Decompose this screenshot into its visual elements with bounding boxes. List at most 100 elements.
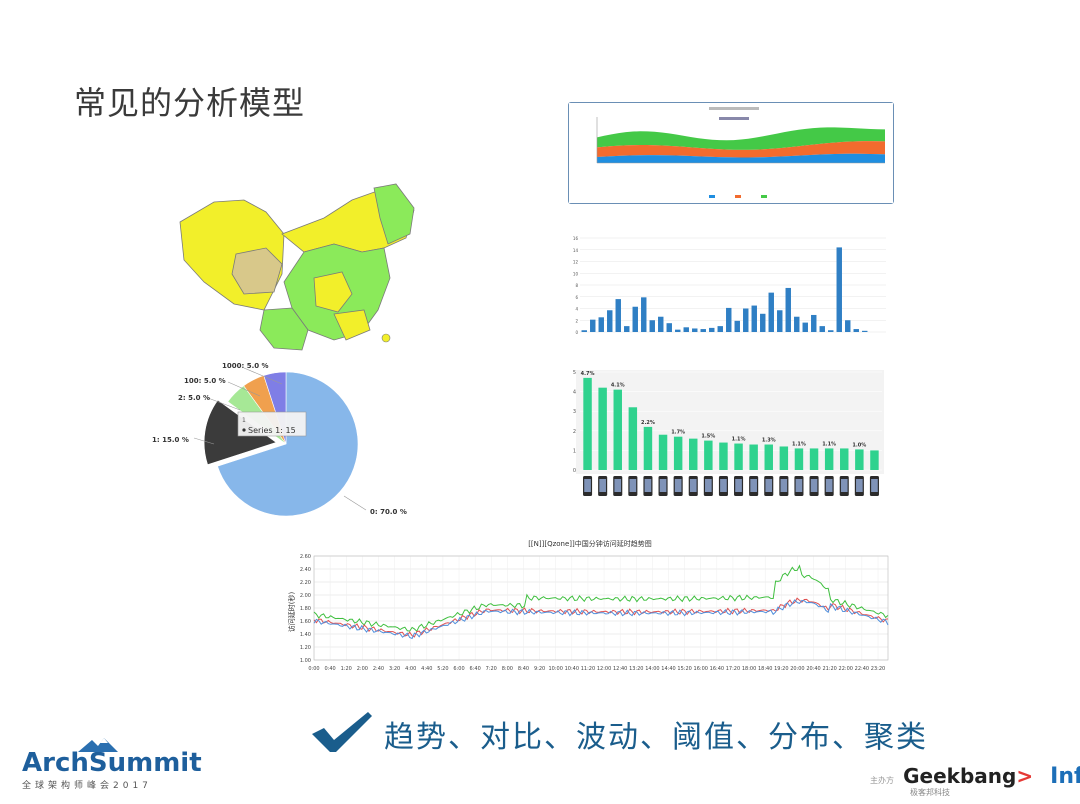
check-icon: [310, 710, 374, 758]
bar1-bar: [590, 319, 596, 332]
bar1-ytick: 12: [573, 260, 579, 265]
line-ytick: 2.00: [300, 593, 311, 599]
bar1-bar: [675, 329, 681, 332]
bar1-bar: [709, 327, 715, 332]
bar2-bar: [794, 448, 804, 470]
line-xtick: 11:20: [581, 666, 595, 672]
sponsor-label: 主办方: [870, 776, 894, 785]
line-chart-series: [313, 564, 889, 640]
line-xtick: 18:00: [742, 666, 756, 672]
line-xtick: 12:00: [597, 666, 611, 672]
area-chart: [568, 102, 894, 204]
pie-tooltip-dot: [242, 428, 246, 432]
bar1-ytick: 4: [575, 307, 578, 312]
bar1-ytick: 10: [573, 271, 579, 276]
line-ytick: 2.40: [300, 567, 311, 573]
line-ytick: 1.40: [300, 632, 311, 638]
bar2-bar: [809, 448, 819, 470]
bar1-bar: [615, 299, 621, 332]
geekbang-logo-text: Geekbang: [903, 764, 1017, 788]
bar2-ytick: 4: [573, 390, 576, 396]
slide-title: 常见的分析模型: [74, 84, 306, 122]
line-ytick: 2.60: [300, 554, 311, 560]
bar1-bar: [802, 322, 808, 332]
bar1-bar: [836, 247, 842, 332]
bar2-data-label: 2.2%: [641, 420, 655, 426]
geekbang-logo: Geekbang>: [903, 764, 1033, 788]
sponsor-logos: 主办方 Geekbang> InfoQ 极客邦科技: [870, 764, 1080, 798]
line-xtick: 13:20: [629, 666, 643, 672]
line-xtick: 16:00: [694, 666, 708, 672]
pie-chart: 1000: 5.0 % 100: 5.0 % 2: 5.0 % 1: 15.0 …: [144, 356, 414, 532]
bar2-ytick: 5: [573, 370, 576, 376]
line-xtick: 10:40: [565, 666, 579, 672]
bar1-ytick: 8: [575, 283, 578, 288]
phone-screen: [720, 479, 727, 492]
line-xtick: 5:20: [437, 666, 448, 672]
bar1-bar: [734, 320, 740, 332]
bar1-bar: [641, 297, 647, 332]
phone-screen: [871, 479, 878, 492]
pie-label-1000: 1000: 5.0 %: [222, 362, 269, 370]
bar1-bar: [581, 330, 587, 332]
phone-screen: [674, 479, 682, 492]
bar1-ytick: 16: [573, 236, 579, 241]
line-xtick: 0:40: [324, 666, 335, 672]
line-chart-ylabel: 访问延时(秒): [287, 592, 296, 633]
line-xtick: 8:00: [502, 666, 513, 672]
bar1-bar: [726, 307, 732, 332]
line-ytick: 1.20: [300, 645, 311, 651]
line-xtick: 3:20: [389, 666, 400, 672]
bar2-bar: [734, 443, 743, 470]
bar2-data-label: 1.3%: [762, 438, 776, 444]
pie-chart-svg: 1000: 5.0 % 100: 5.0 % 2: 5.0 % 1: 15.0 …: [152, 362, 407, 517]
bar2-bar: [628, 407, 638, 470]
phone-screen: [856, 479, 863, 492]
line-xtick: 14:40: [661, 666, 675, 672]
area-chart-title-mark: [709, 107, 759, 110]
legend-swatch-b: [735, 195, 741, 198]
bar2-bar: [855, 449, 864, 470]
line-xtick: 2:00: [357, 666, 368, 672]
bar2-ytick: 2: [573, 429, 576, 435]
line-ytick: 1.00: [300, 658, 311, 664]
bar2-bar: [583, 377, 592, 470]
line-xtick: 0:00: [308, 666, 319, 672]
pie-label-2: 2: 5.0 %: [178, 394, 210, 402]
line-xtick: 22:00: [839, 666, 853, 672]
bar2-data-label: 1.0%: [852, 442, 866, 448]
bar1-bar: [700, 329, 706, 332]
phone-screen: [644, 479, 652, 492]
bar1-bar: [760, 313, 766, 332]
area-chart-subtitle-mark: [719, 117, 749, 120]
bar2-ytick: 1: [573, 448, 576, 454]
bar1-bar: [811, 314, 817, 332]
line-ytick: 1.60: [300, 619, 311, 625]
pie-label-1: 1: 15.0 %: [152, 436, 189, 444]
line-chart-yticks: 2.60 2.40 2.20 2.00 1.80 1.60 1.40 1.20 1.00: [300, 554, 311, 664]
bar2-data-label: 1.1%: [822, 441, 836, 447]
infoq-logo: InfoQ: [1050, 764, 1080, 789]
line-xtick: 6:00: [453, 666, 464, 672]
bar1-ytick: 14: [573, 248, 579, 253]
line-ytick: 1.80: [300, 606, 311, 612]
bar1-bar: [845, 320, 851, 332]
bar1-bar: [768, 292, 774, 332]
bar1-bar: [853, 329, 859, 332]
pie-tooltip-series: Series 1: 15: [248, 426, 296, 435]
bar1-bar: [828, 330, 834, 332]
line-xtick: 6:40: [470, 666, 481, 672]
pie-tooltip-index: 1: [242, 417, 246, 424]
line-xtick: 1:20: [341, 666, 352, 672]
phone-screen: [735, 479, 742, 492]
bar1-bar: [751, 305, 757, 332]
bar2-bar: [613, 389, 622, 470]
phone-screen: [689, 479, 697, 492]
bar2-ytick: 3: [573, 409, 576, 415]
bar2-data-label: 1.7%: [671, 430, 685, 436]
phone-screen: [795, 479, 803, 492]
bar2-data-label: 4.7%: [581, 371, 595, 377]
line-series-red: [313, 597, 889, 638]
bar2-bar: [764, 444, 773, 470]
mountain-icon: [78, 738, 118, 752]
